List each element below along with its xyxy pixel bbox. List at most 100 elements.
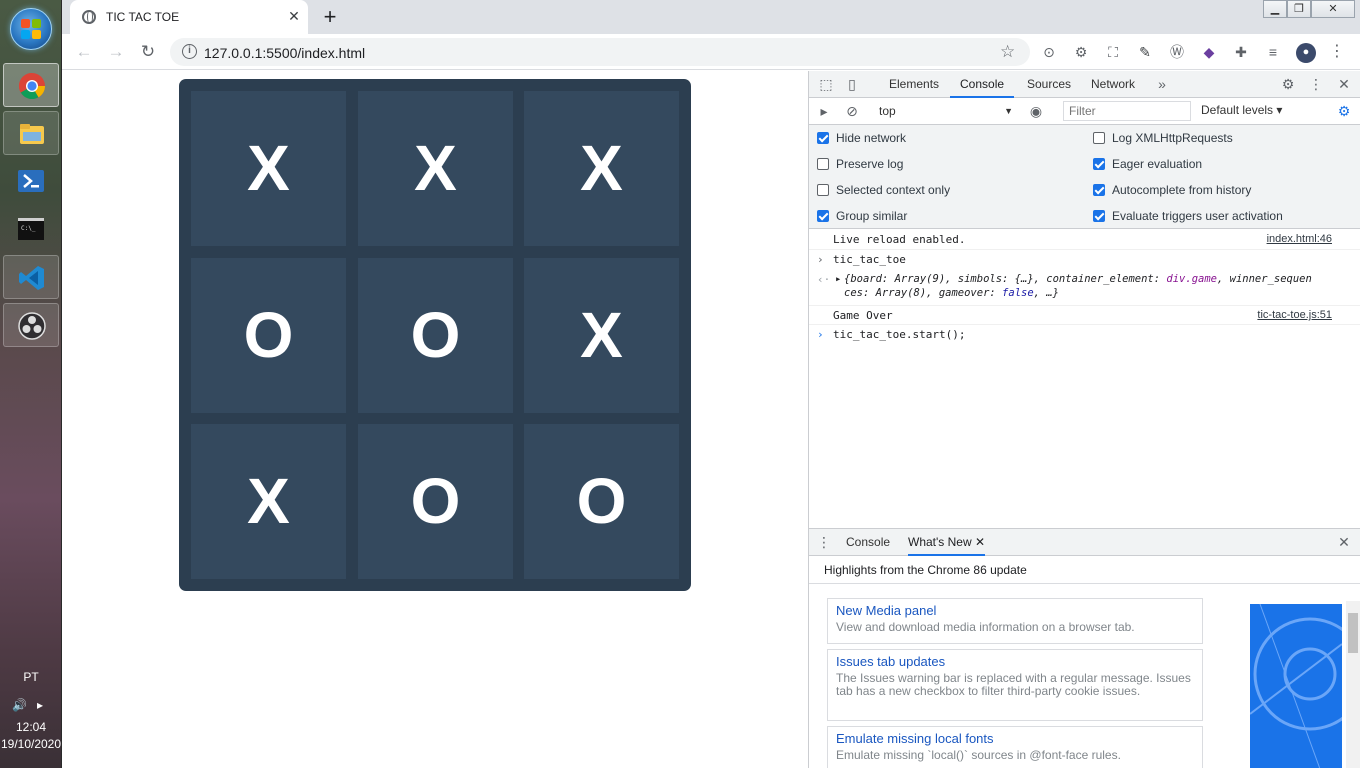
device-toolbar-icon[interactable]: ▯ xyxy=(843,75,861,93)
checkbox-checked[interactable] xyxy=(1093,184,1105,196)
sidebar-toggle-icon[interactable]: ▸ xyxy=(815,102,833,120)
option-user-activation[interactable]: Evaluate triggers user activation xyxy=(1093,207,1283,225)
browser-tab[interactable]: TIC TAC TOE ✕ xyxy=(70,0,308,34)
close-icon[interactable]: ✕ xyxy=(975,535,985,549)
maximize-button[interactable]: ❐ xyxy=(1287,0,1311,18)
feature-card[interactable]: Emulate missing local fonts Emulate miss… xyxy=(827,726,1203,768)
inspect-icon[interactable]: ⬚ xyxy=(817,75,835,93)
extension-icon-2[interactable]: ⚙ xyxy=(1072,43,1090,61)
minimize-button[interactable]: ▁ xyxy=(1263,0,1287,18)
drawer-tab-whats-new[interactable]: What's New ✕ xyxy=(908,529,986,556)
promo-image xyxy=(1250,604,1342,768)
option-autocomplete[interactable]: Autocomplete from history xyxy=(1093,181,1251,199)
url-text[interactable]: 127.0.0.1:5500/index.html xyxy=(204,45,365,61)
eyedropper-icon[interactable]: ✎ xyxy=(1136,43,1154,61)
drawer-tab-console[interactable]: Console xyxy=(846,529,890,556)
prompt-input[interactable]: tic_tac_toe.start(); xyxy=(833,328,965,341)
log-levels-dropdown[interactable]: Default levels ▾ xyxy=(1201,103,1282,117)
feature-card[interactable]: Issues tab updates The Issues warning ba… xyxy=(827,649,1203,721)
taskbar-chrome[interactable] xyxy=(3,63,59,107)
cube-icon[interactable]: ◆ xyxy=(1200,43,1218,61)
filter-input[interactable] xyxy=(1063,101,1191,121)
option-preserve-log[interactable]: Preserve log xyxy=(817,155,903,173)
reload-icon[interactable]: ↻ xyxy=(136,40,160,64)
checkbox[interactable] xyxy=(817,184,829,196)
checkbox-checked[interactable] xyxy=(1093,210,1105,222)
console-settings-icon[interactable]: ⚙ xyxy=(1335,102,1353,120)
checkbox[interactable] xyxy=(1093,132,1105,144)
console-prompt[interactable]: › tic_tac_toe.start(); xyxy=(809,325,1360,345)
wordpress-icon[interactable]: Ⓦ xyxy=(1168,43,1186,61)
cell-4[interactable]: O xyxy=(358,258,513,413)
bookmark-star-icon[interactable]: ☆ xyxy=(1000,42,1015,62)
scrollbar-thumb[interactable] xyxy=(1348,613,1358,653)
window-close-button[interactable]: ✕ xyxy=(1311,0,1355,18)
tab-close-icon[interactable]: ✕ xyxy=(286,8,302,24)
cell-8[interactable]: O xyxy=(524,424,679,579)
taskbar-powershell[interactable] xyxy=(3,159,59,203)
checkbox-checked[interactable] xyxy=(817,210,829,222)
more-tabs-icon[interactable]: » xyxy=(1153,75,1171,93)
option-eager-eval[interactable]: Eager evaluation xyxy=(1093,155,1202,173)
drawer-close-icon[interactable]: ✕ xyxy=(1335,533,1353,551)
tab-title: TIC TAC TOE xyxy=(106,10,180,24)
context-select[interactable]: top ▼ xyxy=(879,102,1013,121)
language-indicator[interactable]: PT xyxy=(0,670,62,684)
clock-time[interactable]: 12:04 xyxy=(0,720,62,734)
taskbar-cmd[interactable]: C:\_ xyxy=(3,207,59,251)
option-selected-context[interactable]: Selected context only xyxy=(817,181,950,199)
cell-1[interactable]: X xyxy=(358,91,513,246)
menu-kebab-icon[interactable]: ⋮ xyxy=(1328,43,1346,61)
checkbox[interactable] xyxy=(817,158,829,170)
devtools-settings-icon[interactable]: ⚙ xyxy=(1279,75,1297,93)
cell-5[interactable]: X xyxy=(524,258,679,413)
feature-title[interactable]: New Media panel xyxy=(836,603,1194,618)
option-group-similar[interactable]: Group similar xyxy=(817,207,907,225)
cell-6[interactable]: X xyxy=(191,424,346,579)
checkbox-checked[interactable] xyxy=(817,132,829,144)
address-bar[interactable]: i 127.0.0.1:5500/index.html ☆ xyxy=(170,38,1030,66)
devtools-close-icon[interactable]: ✕ xyxy=(1335,75,1353,93)
checkbox-checked[interactable] xyxy=(1093,158,1105,170)
tab-sources[interactable]: Sources xyxy=(1027,71,1071,98)
eye-icon[interactable]: ◉ xyxy=(1027,102,1045,120)
feature-desc: The Issues warning bar is replaced with … xyxy=(836,671,1191,698)
screen: C:\_ PT 🔊 ▸ 12:04 19/10/2020 TIC TAC TOE… xyxy=(0,0,1360,768)
avatar[interactable]: ● xyxy=(1296,43,1316,63)
clear-console-icon[interactable]: ⊘ xyxy=(843,102,861,120)
cell-3[interactable]: O xyxy=(191,258,346,413)
cell-2[interactable]: X xyxy=(524,91,679,246)
tab-console[interactable]: Console xyxy=(950,71,1015,98)
taskbar: C:\_ PT 🔊 ▸ 12:04 19/10/2020 xyxy=(0,0,62,768)
source-link[interactable]: index.html:46 xyxy=(1267,233,1332,245)
option-log-xhr[interactable]: Log XMLHttpRequests xyxy=(1093,129,1233,147)
puzzle-icon[interactable]: ✚ xyxy=(1232,43,1250,61)
screenshot-icon[interactable]: ⛶ xyxy=(1104,43,1122,61)
back-arrow-icon[interactable]: ← xyxy=(72,40,96,64)
cell-0[interactable]: X xyxy=(191,91,346,246)
console-result[interactable]: ‹· ▸ {board: Array(9), simbols: {…}, con… xyxy=(809,270,1360,306)
feature-title[interactable]: Emulate missing local fonts xyxy=(836,731,1194,746)
expand-triangle-icon[interactable]: ▸ xyxy=(835,273,841,285)
taskbar-explorer[interactable] xyxy=(3,111,59,155)
forward-arrow-icon[interactable]: → xyxy=(104,40,128,64)
volume-icon[interactable]: 🔊 ▸ xyxy=(12,698,50,712)
drawer-scrollbar[interactable] xyxy=(1346,601,1360,768)
tab-network[interactable]: Network xyxy=(1091,71,1135,98)
feature-title[interactable]: Issues tab updates xyxy=(836,654,1194,669)
tab-elements[interactable]: Elements xyxy=(889,71,939,98)
cell-7[interactable]: O xyxy=(358,424,513,579)
clock-date[interactable]: 19/10/2020 xyxy=(0,737,62,751)
media-icon[interactable]: ≡ xyxy=(1264,43,1282,61)
devtools-menu-icon[interactable]: ⋮ xyxy=(1307,75,1325,93)
taskbar-vscode[interactable] xyxy=(3,255,59,299)
option-hide-network[interactable]: Hide network xyxy=(817,129,906,147)
info-icon[interactable]: i xyxy=(182,44,197,59)
feature-card[interactable]: New Media panel View and download media … xyxy=(827,598,1203,644)
start-button[interactable] xyxy=(10,8,52,50)
new-tab-button[interactable]: + xyxy=(316,4,344,32)
drawer-menu-icon[interactable]: ⋮ xyxy=(815,533,833,551)
extension-icon-1[interactable]: ⊙ xyxy=(1040,43,1058,61)
taskbar-obs[interactable] xyxy=(3,303,59,347)
source-link[interactable]: tic-tac-toe.js:51 xyxy=(1257,309,1332,321)
